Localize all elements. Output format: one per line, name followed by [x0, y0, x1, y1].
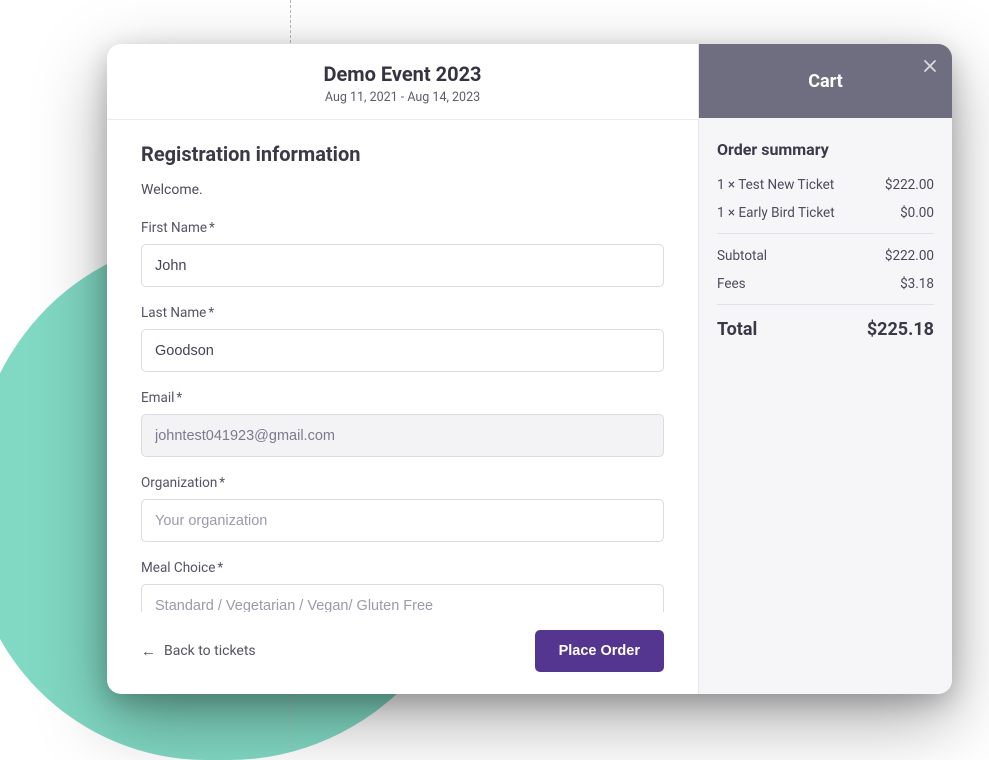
registration-section-title: Registration information [141, 142, 664, 166]
subtotal-label: Subtotal [717, 248, 767, 264]
fees-label: Fees [717, 276, 746, 292]
event-header: Demo Event 2023 Aug 11, 2021 - Aug 14, 2… [107, 44, 698, 120]
organization-label: Organization* [141, 475, 664, 491]
cart-item-label: 1 × Early Bird Ticket [717, 205, 835, 221]
summary-divider [717, 304, 934, 305]
meal-choice-field: Meal Choice* [141, 560, 664, 612]
last-name-field: Last Name* [141, 305, 664, 372]
cart-item-amount: $222.00 [885, 177, 934, 193]
meal-choice-input[interactable] [141, 584, 664, 612]
email-input[interactable] [141, 414, 664, 457]
last-name-label: Last Name* [141, 305, 664, 321]
welcome-text: Welcome. [141, 182, 664, 198]
cart-item-row: 1 × Test New Ticket $222.00 [717, 177, 934, 193]
total-amount: $225.18 [867, 319, 934, 340]
email-label: Email* [141, 390, 664, 406]
summary-divider [717, 233, 934, 234]
subtotal-row: Subtotal $222.00 [717, 248, 934, 264]
total-row: Total $225.18 [717, 319, 934, 340]
close-icon[interactable] [920, 56, 940, 76]
cart-item-row: 1 × Early Bird Ticket $0.00 [717, 205, 934, 221]
cart-column: Cart Order summary 1 × Test New Ticket $… [699, 44, 952, 694]
subtotal-amount: $222.00 [885, 248, 934, 264]
cart-item-amount: $0.00 [900, 205, 934, 221]
checkout-modal: Demo Event 2023 Aug 11, 2021 - Aug 14, 2… [107, 44, 952, 694]
fees-row: Fees $3.18 [717, 276, 934, 292]
arrow-left-icon: ← [141, 644, 156, 659]
event-title: Demo Event 2023 [117, 62, 688, 86]
event-dates: Aug 11, 2021 - Aug 14, 2023 [117, 90, 688, 105]
first-name-field: First Name* [141, 220, 664, 287]
last-name-input[interactable] [141, 329, 664, 372]
organization-field: Organization* [141, 475, 664, 542]
total-label: Total [717, 319, 757, 340]
registration-column: Demo Event 2023 Aug 11, 2021 - Aug 14, 2… [107, 44, 699, 694]
email-field: Email* [141, 390, 664, 457]
first-name-input[interactable] [141, 244, 664, 287]
cart-title: Cart [808, 71, 843, 92]
first-name-label: First Name* [141, 220, 664, 236]
back-link-label: Back to tickets [164, 643, 256, 659]
fees-amount: $3.18 [900, 276, 934, 292]
order-summary: Order summary 1 × Test New Ticket $222.0… [699, 118, 952, 362]
registration-form-scroll[interactable]: Registration information Welcome. First … [107, 120, 698, 612]
organization-input[interactable] [141, 499, 664, 542]
back-to-tickets-link[interactable]: ← Back to tickets [141, 643, 256, 659]
order-summary-title: Order summary [717, 140, 934, 159]
meal-choice-label: Meal Choice* [141, 560, 664, 576]
form-footer: ← Back to tickets Place Order [107, 612, 698, 694]
cart-header: Cart [699, 44, 952, 118]
place-order-button[interactable]: Place Order [535, 630, 664, 672]
cart-item-label: 1 × Test New Ticket [717, 177, 834, 193]
